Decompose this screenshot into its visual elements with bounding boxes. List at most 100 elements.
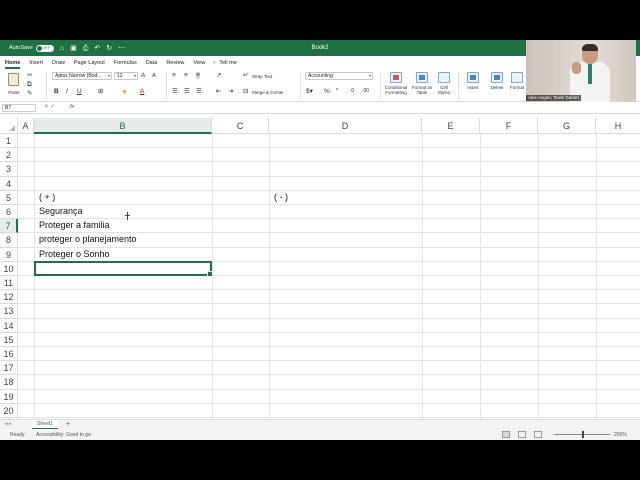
sheet-nav-arrows-icon[interactable]: ◂ ▸: [5, 421, 11, 427]
decrease-decimal-icon[interactable]: .00: [362, 88, 369, 95]
conditional-formatting-button[interactable]: Conditional Formatting: [382, 72, 410, 100]
cell-styles-button[interactable]: Cell Styles: [434, 72, 454, 100]
underline-icon[interactable]: U: [77, 88, 82, 95]
accounting-icon[interactable]: $▾: [306, 88, 313, 95]
font-size-select[interactable]: 12 ▾: [114, 72, 138, 80]
column-header-b[interactable]: B: [34, 118, 212, 134]
normal-view-button[interactable]: [502, 431, 510, 438]
fill-color-icon[interactable]: ◈: [122, 88, 127, 95]
align-top-icon[interactable]: ≡: [172, 72, 176, 79]
insert-button[interactable]: Insert: [462, 72, 484, 100]
borders-icon[interactable]: ⊞: [98, 88, 103, 95]
decrease-font-icon[interactable]: A: [152, 73, 156, 80]
tab-tell-me[interactable]: Tell me: [219, 60, 236, 66]
increase-decimal-icon[interactable]: .0: [350, 88, 354, 95]
cell-b5[interactable]: proteger o planejamento: [39, 232, 137, 246]
tab-formulas[interactable]: Formulas: [114, 60, 137, 66]
cell-b4[interactable]: Proteger a familia: [39, 218, 110, 232]
row-header-14[interactable]: 14: [0, 318, 18, 333]
undo-icon[interactable]: ↶: [94, 45, 100, 52]
row-header-6[interactable]: 6: [0, 205, 18, 220]
copy-icon[interactable]: ⧉: [27, 81, 32, 88]
row-header-16[interactable]: 16: [0, 347, 18, 362]
autosave-toggle[interactable]: OFF: [35, 44, 54, 52]
column-header-c[interactable]: C: [212, 118, 269, 134]
italic-icon[interactable]: I: [66, 88, 68, 95]
format-painter-icon[interactable]: ✎: [27, 90, 32, 97]
video-call-overlay[interactable]: Alex Angelo Tarek Gemm: [526, 40, 636, 102]
active-cell-b7[interactable]: [34, 261, 213, 277]
row-header-4[interactable]: 4: [0, 176, 18, 191]
align-bottom-icon[interactable]: ≡: [196, 72, 200, 79]
font-color-icon[interactable]: A: [140, 88, 144, 95]
row-header-3[interactable]: 3: [0, 162, 18, 177]
align-center-icon[interactable]: ☰: [184, 88, 190, 95]
number-format-select[interactable]: Accounting ▾: [305, 72, 373, 80]
home-icon[interactable]: ⌂: [60, 45, 64, 52]
add-sheet-button[interactable]: +: [66, 420, 70, 429]
row-header-13[interactable]: 13: [0, 304, 18, 319]
print-icon[interactable]: ⎙: [83, 45, 89, 52]
save-icon[interactable]: ▣: [70, 45, 77, 52]
row-header-5[interactable]: 5: [0, 190, 18, 205]
tab-review[interactable]: Review: [166, 60, 184, 66]
row-header-7[interactable]: 7: [0, 219, 18, 234]
page-break-view-button[interactable]: [534, 431, 542, 438]
cancel-confirm-icons[interactable]: ✕ ✓: [44, 104, 55, 110]
row-header-20[interactable]: 20: [0, 403, 18, 418]
align-middle-icon[interactable]: ≡: [184, 72, 188, 79]
row-header-19[interactable]: 19: [0, 389, 18, 404]
row-header-10[interactable]: 10: [0, 261, 18, 276]
column-header-f[interactable]: F: [480, 118, 538, 134]
column-header-a[interactable]: A: [18, 118, 34, 134]
orientation-icon[interactable]: ↗: [216, 72, 221, 79]
zoom-slider-thumb[interactable]: [582, 431, 584, 438]
tab-page-layout[interactable]: Page Layout: [74, 60, 105, 66]
comma-icon[interactable]: ❜: [336, 88, 338, 95]
percent-icon[interactable]: %: [324, 88, 330, 95]
column-header-e[interactable]: E: [422, 118, 480, 134]
delete-button[interactable]: Delete: [486, 72, 508, 100]
column-header-d[interactable]: D: [269, 118, 422, 134]
cell-d2[interactable]: ( - ): [274, 190, 288, 204]
column-header-h[interactable]: H: [596, 118, 640, 134]
cut-icon[interactable]: ✂: [27, 72, 32, 79]
bold-icon[interactable]: B: [54, 88, 59, 95]
name-box[interactable]: B7: [2, 104, 36, 112]
increase-indent-icon[interactable]: ⇥: [228, 88, 233, 95]
format-button[interactable]: Format: [508, 72, 526, 100]
cell-b2[interactable]: ( + ): [39, 190, 55, 204]
accessibility-status[interactable]: Accessibility: Good to go: [36, 432, 91, 438]
merge-icon[interactable]: ⊟: [243, 88, 248, 95]
tab-data[interactable]: Data: [146, 60, 158, 66]
wrap-text-icon[interactable]: ↵: [243, 72, 248, 79]
tab-draw[interactable]: Draw: [52, 60, 65, 66]
page-layout-view-button[interactable]: [518, 431, 526, 438]
cell-b3[interactable]: Segurança: [39, 204, 83, 218]
row-header-9[interactable]: 9: [0, 247, 18, 262]
font-name-select[interactable]: Aptos Narrow (Bod... ▾: [52, 72, 112, 80]
fx-icon[interactable]: fx: [70, 104, 74, 110]
row-header-12[interactable]: 12: [0, 290, 18, 305]
paste-button[interactable]: Paste: [6, 72, 22, 98]
cell-b6[interactable]: Proteger o Sonho: [39, 247, 110, 261]
row-header-8[interactable]: 8: [0, 233, 18, 248]
row-header-2[interactable]: 2: [0, 148, 18, 163]
row-header-17[interactable]: 17: [0, 361, 18, 376]
tab-home[interactable]: Home: [5, 60, 21, 69]
format-as-table-button[interactable]: Format as Table: [411, 72, 433, 100]
row-header-11[interactable]: 11: [0, 276, 18, 291]
align-right-icon[interactable]: ☰: [196, 88, 202, 95]
align-left-icon[interactable]: ☰: [172, 88, 178, 95]
column-header-g[interactable]: G: [538, 118, 596, 134]
tell-me-icon[interactable]: ♀: [212, 60, 216, 66]
more-icon[interactable]: ⋯: [118, 45, 125, 52]
redo-icon[interactable]: ↻: [106, 45, 112, 52]
row-header-1[interactable]: 1: [0, 134, 18, 149]
increase-font-icon[interactable]: A: [141, 72, 145, 79]
merge-center-button[interactable]: Merge & Center: [252, 90, 284, 95]
select-all-corner[interactable]: [0, 118, 18, 134]
decrease-indent-icon[interactable]: ⇤: [216, 88, 221, 95]
row-header-15[interactable]: 15: [0, 332, 18, 347]
tab-view[interactable]: View: [193, 60, 205, 66]
